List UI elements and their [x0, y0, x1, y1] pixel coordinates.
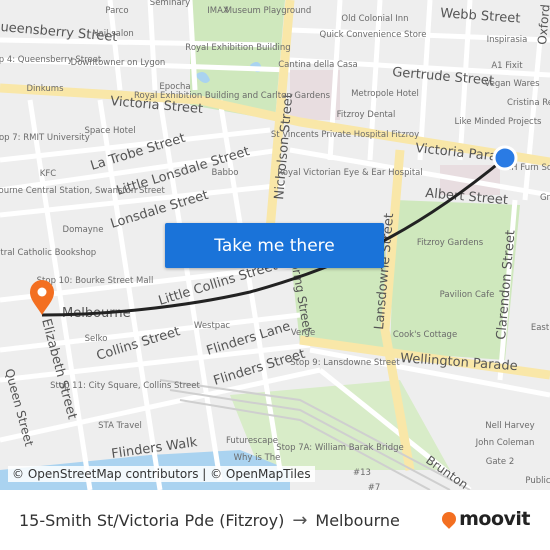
poi-label: #7 [368, 483, 381, 490]
poi-label: Central Catholic Bookshop [0, 248, 96, 258]
poi-label: Museum Playground [225, 6, 312, 16]
poi-label: Space Hotel [84, 126, 135, 136]
poi-label: Stop 6: Melbourne Central Station, Swans… [0, 186, 165, 196]
poi-label: Public [525, 476, 550, 486]
poi-label: Seminary [150, 0, 190, 8]
poi-label: Cook's Cottage [393, 330, 457, 340]
street-label: Oxford [535, 4, 550, 46]
poi-label: STA Travel [98, 421, 142, 431]
destination-name: Melbourne [315, 510, 400, 530]
poi-label: Parco [105, 6, 128, 16]
poi-label: Inspirasia [487, 35, 528, 45]
poi-label: Like Minded Projects [455, 117, 543, 127]
poi-label: Dinkums [26, 84, 64, 94]
poi-label: East [531, 323, 550, 333]
poi-label: Nail salon [92, 29, 134, 39]
poi-label: A1 Fixit [491, 61, 523, 71]
poi-label: Nell Harvey [485, 421, 534, 431]
poi-label: Why is The [234, 453, 281, 463]
arrow-right-icon: → [292, 509, 308, 531]
poi-label: #13 [353, 468, 371, 478]
poi-label: Fitzroy Dental [337, 110, 396, 120]
moovit-logo: moovit [439, 508, 530, 530]
poi-label: Verge [291, 328, 315, 338]
poi-label: Downtowner on Lygon [71, 58, 166, 68]
poi-label: St Vincents Private Hospital Fitzroy [271, 130, 419, 140]
poi-label: Westpac [194, 321, 231, 331]
poi-label: Futurescape [226, 436, 278, 446]
street-label: Brunton [423, 453, 470, 490]
poi-label: Vegan Wares [484, 79, 540, 89]
route-title: 15-Smith St/Victoria Pde (Fitzroy) → Mel… [19, 510, 400, 531]
poi-label: Quick Convenience Store [320, 30, 427, 40]
poi-label: Stop 7A: William Barak Bridge [276, 443, 404, 453]
poi-label: Royal Victorian Eye & Ear Hospital [277, 168, 423, 178]
poi-label: Stop 9: Lansdowne Street [290, 358, 400, 368]
poi-label: Old Colonial Inn [341, 14, 408, 24]
map-attribution: © OpenStreetMap contributors | © OpenMap… [8, 466, 315, 482]
origin-marker[interactable] [492, 145, 518, 171]
moovit-pin-icon [439, 509, 460, 529]
poi-label: Domayne [63, 225, 104, 235]
poi-label: Fitzroy Gardens [417, 238, 484, 248]
poi-label: Cantina della Casa [278, 60, 358, 70]
poi-label: Stop 7: RMIT University [0, 133, 90, 143]
moovit-logo-text: moovit [459, 508, 530, 530]
street-label: Webb Street [440, 6, 521, 27]
poi-label: Gr [540, 193, 550, 203]
poi-label: Gate 2 [486, 457, 514, 467]
origin-name: 15-Smith St/Victoria Pde (Fitzroy) [19, 510, 285, 530]
poi-label: Metropole Hotel [351, 89, 419, 99]
poi-label: Selko [85, 334, 108, 344]
poi-label: Pavilion Cafe [440, 290, 495, 300]
poi-label: Royal Exhibition Building [185, 43, 290, 53]
poi-label: John Coleman [475, 438, 535, 448]
poi-label: Stop 10: Bourke Street Mall [37, 276, 154, 286]
poi-label: Royal Exhibition Building and Carlton Ga… [134, 91, 331, 101]
poi-label: Cristina Re [507, 98, 550, 108]
poi-label: Stop 11: City Square, Collins Street [50, 381, 200, 391]
footer: 15-Smith St/Victoria Pde (Fitzroy) → Mel… [0, 490, 550, 550]
poi-label: Babbo [211, 168, 238, 178]
take-me-there-button[interactable]: Take me there [165, 223, 384, 268]
poi-label: KFC [40, 169, 56, 179]
destination-pin-icon[interactable] [30, 280, 54, 315]
